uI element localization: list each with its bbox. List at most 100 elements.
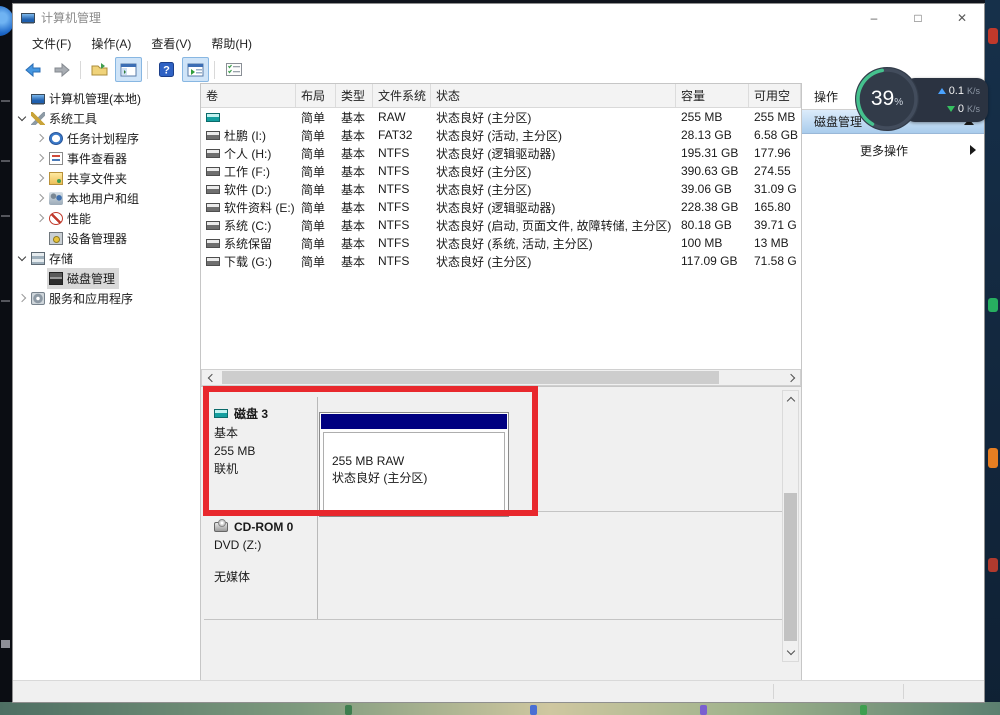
volume-free: 177.96 (749, 146, 801, 160)
column-header-status[interactable]: 状态 (431, 84, 676, 107)
volume-row[interactable]: 软件资料 (E:) 简单 基本 NTFS 状态良好 (逻辑驱动器) 228.38… (201, 198, 801, 216)
scroll-up-icon[interactable] (783, 391, 798, 408)
volume-free: 165.80 (749, 200, 801, 214)
column-header-layout[interactable]: 布局 (296, 84, 336, 107)
export-list-button[interactable] (86, 57, 113, 82)
column-header-fs[interactable]: 文件系统 (373, 84, 431, 107)
tree-expander-icon[interactable] (33, 195, 47, 201)
title-bar[interactable]: 计算机管理 – □ ✕ (13, 4, 984, 31)
volume-type: 基本 (336, 109, 373, 126)
tree-item[interactable]: 存储 (13, 248, 200, 268)
cdrom-header[interactable]: CD-ROM 0 DVD (Z:) 无媒体 (204, 512, 318, 620)
volume-fs: NTFS (373, 182, 431, 196)
volume-layout: 简单 (296, 199, 336, 216)
volume-type: 基本 (336, 235, 373, 252)
volume-type: 基本 (336, 181, 373, 198)
menu-item[interactable]: 帮助(H) (202, 32, 261, 55)
tree-item-icon (49, 272, 63, 285)
tree-item[interactable]: 本地用户和组 (13, 188, 200, 208)
tree-item[interactable]: 任务计划程序 (13, 128, 200, 148)
vertical-scrollbar[interactable] (782, 390, 799, 662)
volume-row[interactable]: 杜鹏 (I:) 简单 基本 FAT32 状态良好 (活动, 主分区) 28.13… (201, 126, 801, 144)
tree-item[interactable]: 系统工具 (13, 108, 200, 128)
horizontal-scrollbar[interactable] (201, 369, 801, 386)
scroll-left-icon[interactable] (202, 370, 219, 385)
drive-icon (206, 239, 220, 248)
back-button[interactable] (19, 57, 46, 82)
volume-capacity: 39.06 GB (676, 182, 749, 196)
scroll-right-icon[interactable] (783, 370, 800, 385)
show-action-pane-button[interactable] (182, 57, 209, 82)
properties-list-button[interactable] (220, 57, 247, 82)
volume-status: 状态良好 (逻辑驱动器) (431, 199, 676, 216)
volume-type: 基本 (336, 127, 373, 144)
tree-expander-icon[interactable] (33, 275, 47, 281)
tree-expander-icon[interactable] (33, 135, 47, 141)
volume-fs: NTFS (373, 218, 431, 232)
tree-expander-icon[interactable] (33, 175, 47, 181)
tree-item[interactable]: 共享文件夹 (13, 168, 200, 188)
tree-expander-icon[interactable] (33, 215, 47, 221)
tree-item-icon (31, 112, 45, 125)
tree-expander-icon[interactable] (15, 295, 29, 301)
tree-item-icon (49, 172, 63, 185)
tree-expander-icon[interactable] (33, 235, 47, 241)
tree-item[interactable]: 事件查看器 (13, 148, 200, 168)
tree-item[interactable]: 性能 (13, 208, 200, 228)
drive-icon (206, 113, 220, 122)
tree-item-icon (49, 232, 63, 245)
volume-name: 系统保留 (224, 235, 272, 252)
minimize-button[interactable]: – (852, 4, 896, 31)
volume-rows: 简单 基本 RAW 状态良好 (主分区) 255 MB 255 MB 杜鹏 (I… (201, 108, 801, 270)
volume-row[interactable]: 系统保留 简单 基本 NTFS 状态良好 (系统, 活动, 主分区) 100 M… (201, 234, 801, 252)
menu-item[interactable]: 操作(A) (82, 32, 140, 55)
volume-type: 基本 (336, 145, 373, 162)
close-button[interactable]: ✕ (940, 4, 984, 31)
scroll-down-icon[interactable] (783, 644, 798, 661)
tree-expander-icon[interactable] (33, 155, 47, 161)
cdrom-row: CD-ROM 0 DVD (Z:) 无媒体 (201, 512, 782, 620)
tree-item-icon (49, 132, 63, 145)
volume-layout: 简单 (296, 217, 336, 234)
content-area: 计算机管理(本地) 系统工具 (13, 83, 984, 681)
desktop-wallpaper-strip (0, 702, 1000, 715)
actions-pane: 操作 磁盘管理 更多操作 (801, 83, 984, 681)
tree-item[interactable]: 设备管理器 (13, 228, 200, 248)
tree-item-label: 任务计划程序 (67, 130, 139, 147)
volume-row[interactable]: 下载 (G:) 简单 基本 NTFS 状态良好 (主分区) 117.09 GB … (201, 252, 801, 270)
properties-list-icon (226, 63, 242, 76)
tree-expander-icon[interactable] (15, 95, 29, 101)
vertical-scroll-thumb[interactable] (784, 493, 797, 641)
column-header-capacity[interactable]: 容量 (676, 84, 749, 107)
volume-fs: FAT32 (373, 128, 431, 142)
tree-item-label: 存储 (49, 250, 73, 267)
tree-item[interactable]: 磁盘管理 (13, 268, 200, 288)
menu-item[interactable]: 查看(V) (142, 32, 200, 55)
maximize-button[interactable]: □ (896, 4, 940, 31)
volume-free: 6.58 GB (749, 128, 801, 142)
show-action-pane-icon (187, 63, 204, 77)
volume-row[interactable]: 简单 基本 RAW 状态良好 (主分区) 255 MB 255 MB (201, 108, 801, 126)
tree-expander-icon[interactable] (15, 116, 29, 120)
column-header-free[interactable]: 可用空 (749, 84, 801, 107)
column-header-volume[interactable]: 卷 (201, 84, 296, 107)
help-button[interactable]: ? (153, 57, 180, 82)
column-header-type[interactable]: 类型 (336, 84, 373, 107)
show-console-tree-button[interactable] (115, 57, 142, 82)
forward-button[interactable] (48, 57, 75, 82)
horizontal-scroll-thumb[interactable] (222, 371, 719, 384)
volume-row[interactable]: 工作 (F:) 简单 基本 NTFS 状态良好 (主分区) 390.63 GB … (201, 162, 801, 180)
volume-capacity: 228.38 GB (676, 200, 749, 214)
tree-expander-icon[interactable] (15, 256, 29, 260)
drive-icon (206, 203, 220, 212)
tree-item[interactable]: 服务和应用程序 (13, 288, 200, 308)
volume-row[interactable]: 个人 (H:) 简单 基本 NTFS 状态良好 (逻辑驱动器) 195.31 G… (201, 144, 801, 162)
more-actions-item[interactable]: 更多操作 (802, 138, 984, 162)
tree-item-label: 共享文件夹 (67, 170, 127, 187)
volume-row[interactable]: 系统 (C:) 简单 基本 NTFS 状态良好 (启动, 页面文件, 故障转储,… (201, 216, 801, 234)
upload-unit: K/s (967, 86, 980, 96)
volume-row[interactable]: 软件 (D:) 简单 基本 NTFS 状态良好 (主分区) 39.06 GB 3… (201, 180, 801, 198)
volume-name: 杜鹏 (I:) (224, 127, 266, 144)
tree-item[interactable]: 计算机管理(本地) (13, 88, 200, 108)
menu-item[interactable]: 文件(F) (23, 32, 80, 55)
